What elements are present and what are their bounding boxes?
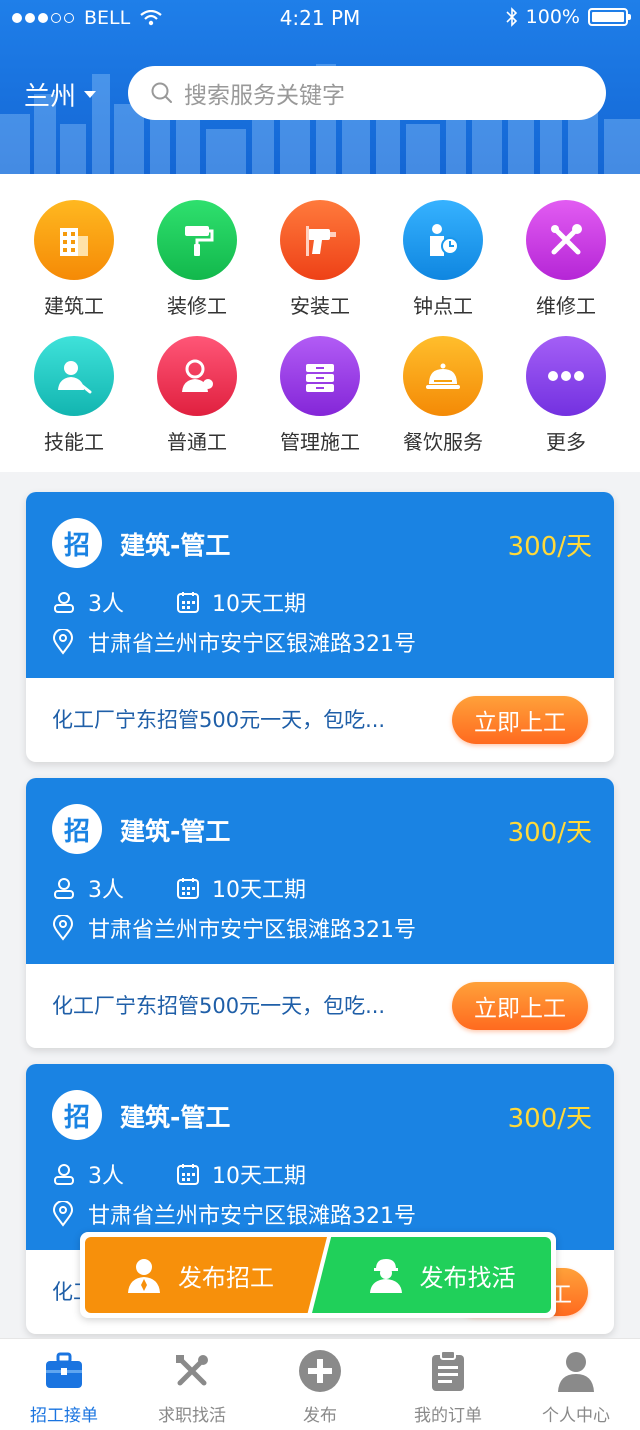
worker-helmet-icon: [369, 1259, 402, 1293]
location-pin-icon: [52, 1201, 74, 1227]
tab-label: 发布: [303, 1406, 337, 1426]
clipboard-icon: [432, 1350, 464, 1391]
category-decoration[interactable]: 装修工: [135, 200, 259, 319]
start-work-button[interactable]: 立即上工: [452, 982, 588, 1030]
hourly-worker-icon: [403, 200, 483, 280]
start-work-button[interactable]: 立即上工: [452, 696, 588, 744]
battery-percent: 100%: [525, 6, 580, 28]
job-duration: 10天工期: [212, 878, 306, 903]
category-label: 技能工: [44, 430, 104, 454]
category-building[interactable]: 建筑工: [12, 200, 136, 319]
person-icon: [54, 592, 74, 613]
food-cloche-icon: [403, 336, 483, 416]
city-name: 兰州: [24, 82, 77, 112]
location-pin-icon: [52, 629, 74, 655]
job-title: 建筑-管工: [120, 1103, 231, 1132]
job-title: 建筑-管工: [120, 531, 231, 560]
find-work-label: 发布找活: [419, 1263, 516, 1292]
calendar-icon: [177, 878, 199, 899]
employer-icon: [128, 1259, 160, 1293]
recruit-badge: 招: [52, 518, 102, 568]
repair-tools-icon: [526, 200, 606, 280]
category-installation[interactable]: 安装工: [258, 200, 382, 319]
category-general[interactable]: 普通工: [135, 336, 259, 455]
category-management[interactable]: 管理施工: [258, 336, 382, 455]
recruit-badge: 招: [52, 804, 102, 854]
find-work-button[interactable]: 发布找活: [312, 1237, 551, 1313]
category-label: 建筑工: [44, 294, 104, 318]
post-job-button[interactable]: 发布招工: [85, 1237, 327, 1313]
tab-label: 求职找活: [158, 1406, 226, 1426]
job-headcount: 3人: [88, 1164, 124, 1189]
person-icon: [54, 878, 74, 899]
category-hourly[interactable]: 钟点工: [381, 200, 505, 319]
tab-publish[interactable]: 发布: [256, 1349, 384, 1426]
skilled-worker-icon: [34, 336, 114, 416]
tab-profile[interactable]: 个人中心: [512, 1349, 640, 1426]
location-pin-icon: [52, 915, 74, 941]
tab-label: 招工接单: [30, 1406, 98, 1426]
category-catering[interactable]: 餐饮服务: [381, 336, 505, 455]
category-label: 餐饮服务: [403, 430, 483, 454]
search-icon: [151, 82, 172, 103]
tab-label: 我的订单: [414, 1406, 482, 1426]
job-title: 建筑-管工: [120, 817, 231, 846]
tab-bar: 招工接单 求职找活 发布 我的订单 个人中心: [0, 1338, 640, 1430]
search-input[interactable]: 搜索服务关键字: [128, 66, 606, 120]
category-more[interactable]: 更多: [504, 336, 628, 455]
category-label: 普通工: [167, 430, 227, 454]
category-label: 管理施工: [280, 430, 360, 454]
job-price: 300/天: [507, 1104, 592, 1134]
job-headcount: 3人: [88, 592, 124, 617]
caret-down-icon: [84, 91, 97, 98]
tools-icon: [176, 1355, 208, 1386]
status-bar: BELL 4:21 PM 100%: [0, 0, 640, 36]
briefcase-icon: [46, 1352, 82, 1388]
job-description: 化工厂宁东招管500元一天，包吃...: [52, 708, 386, 732]
job-card[interactable]: 招 建筑-管工 300/天 3人 10天工期 甘肃省兰州市安宁区银滩路321号 …: [26, 492, 614, 762]
building-icon: [34, 200, 114, 280]
city-selector[interactable]: 兰州: [24, 76, 97, 113]
job-headcount: 3人: [88, 878, 124, 903]
bluetooth-icon: [506, 7, 517, 27]
battery-icon: [588, 8, 631, 26]
post-job-label: 发布招工: [178, 1263, 274, 1292]
job-address: 甘肃省兰州市安宁区银滩路321号: [88, 1204, 416, 1229]
category-label: 更多: [546, 430, 586, 454]
more-icon: [526, 336, 606, 416]
category-skilled[interactable]: 技能工: [12, 336, 136, 455]
job-duration: 10天工期: [212, 592, 306, 617]
job-address: 甘肃省兰州市安宁区银滩路321号: [88, 918, 416, 943]
category-repair[interactable]: 维修工: [504, 200, 628, 319]
category-label: 维修工: [536, 294, 596, 318]
floating-action-bar: 发布招工 发布找活: [80, 1232, 556, 1318]
job-address: 甘肃省兰州市安宁区银滩路321号: [88, 632, 416, 657]
tab-label: 个人中心: [542, 1406, 610, 1426]
search-placeholder: 搜索服务关键字: [184, 83, 345, 109]
job-price: 300/天: [507, 818, 592, 848]
drill-icon: [280, 200, 360, 280]
category-grid: 建筑工 装修工 安装工 钟点工 维修工 技能工 普通工 管理施工 餐饮服务 更多: [0, 174, 640, 472]
recruit-badge: 招: [52, 1090, 102, 1140]
job-duration: 10天工期: [212, 1164, 306, 1189]
user-icon: [558, 1352, 594, 1392]
tab-find-work[interactable]: 求职找活: [128, 1349, 256, 1426]
calendar-icon: [177, 1164, 199, 1185]
job-card[interactable]: 招 建筑-管工 300/天 3人 10天工期 甘肃省兰州市安宁区银滩路321号 …: [26, 778, 614, 1048]
tab-my-orders[interactable]: 我的订单: [384, 1349, 512, 1426]
calendar-icon: [177, 592, 199, 613]
category-label: 装修工: [167, 294, 227, 318]
category-label: 安装工: [290, 294, 350, 318]
plus-circle-icon: [299, 1350, 341, 1392]
tab-recruit-orders[interactable]: 招工接单: [0, 1349, 128, 1426]
general-worker-icon: [157, 336, 237, 416]
person-icon: [54, 1164, 74, 1185]
paint-roller-icon: [157, 200, 237, 280]
header: BELL 4:21 PM 100% 兰州 搜索服务关键字: [0, 0, 640, 174]
cabinet-icon: [280, 336, 360, 416]
category-label: 钟点工: [413, 294, 473, 318]
job-price: 300/天: [507, 532, 592, 562]
job-description: 化工厂宁东招管500元一天，包吃...: [52, 994, 386, 1018]
